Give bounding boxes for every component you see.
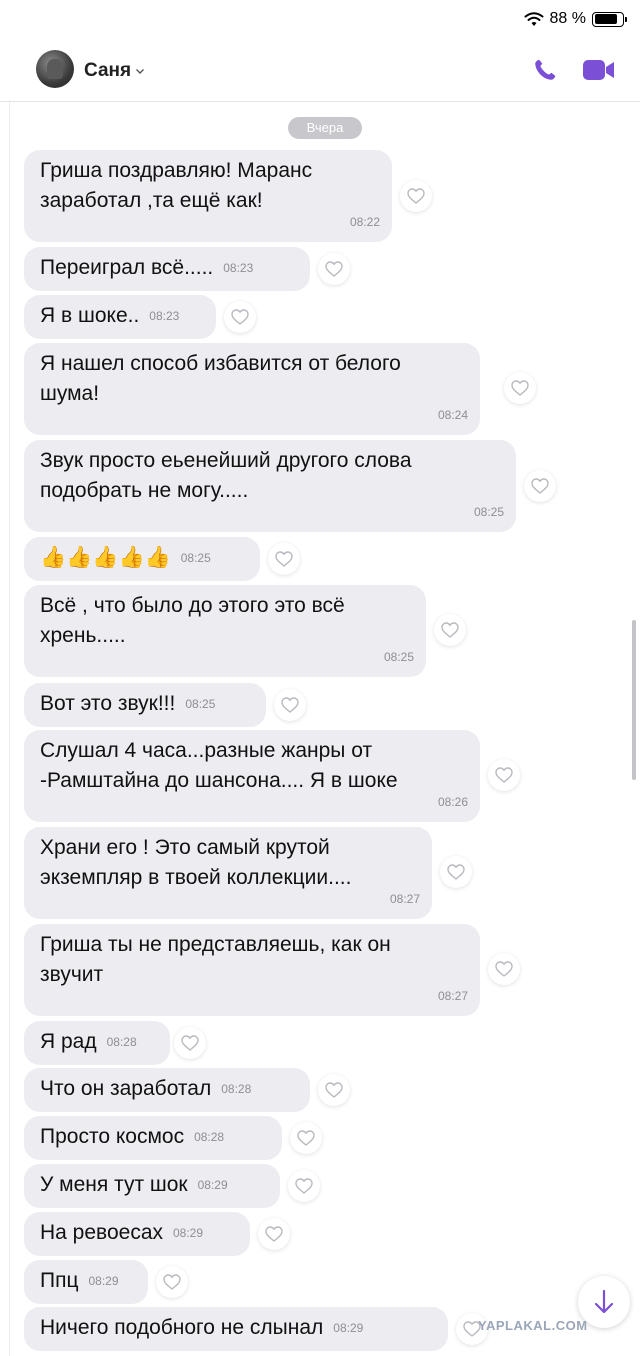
- heart-icon[interactable]: [224, 301, 256, 333]
- heart-icon[interactable]: [434, 614, 466, 646]
- heart-icon[interactable]: [400, 180, 432, 212]
- message-bubble[interactable]: Я в шоке.. 08:23: [24, 295, 216, 339]
- status-indicators: 88 %: [524, 10, 627, 28]
- heart-icon[interactable]: [288, 1170, 320, 1202]
- message-time: 08:25: [180, 551, 211, 566]
- date-separator: Вчера: [288, 117, 362, 139]
- message-bubble[interactable]: Всё , что было до этого это всё хрень...…: [24, 585, 426, 677]
- battery-percentage: 88 %: [549, 10, 586, 27]
- heart-icon[interactable]: [440, 856, 472, 888]
- message-text: На ревоесах: [40, 1221, 163, 1244]
- message-time: 08:29: [173, 1226, 204, 1241]
- message-time: 08:28: [194, 1130, 225, 1145]
- message-text: Слушал 4 часа...разные жанры от -Рамштай…: [40, 739, 398, 792]
- avatar[interactable]: [36, 50, 74, 88]
- message-text: У меня тут шок: [40, 1173, 188, 1196]
- message-time: 08:24: [437, 408, 468, 422]
- message-time: 08:29: [197, 1178, 228, 1193]
- message-time: 08:23: [149, 309, 180, 324]
- heart-icon[interactable]: [504, 372, 536, 404]
- message-bubble[interactable]: Просто космос 08:28: [24, 1116, 282, 1160]
- heart-icon[interactable]: [318, 253, 350, 285]
- message-bubble[interactable]: Слушал 4 часа...разные жанры от -Рамштай…: [24, 730, 480, 822]
- message-text: Звук просто еьенейший другого слова подо…: [40, 449, 412, 502]
- message-text: Вот это звук!!!: [40, 692, 176, 715]
- message-text: Переиграл всё.....: [40, 256, 214, 279]
- status-bar: 88 %: [0, 0, 640, 38]
- heart-icon[interactable]: [274, 689, 306, 721]
- message-text: Ничего подобного не слынал: [40, 1316, 324, 1339]
- message-time: 08:22: [349, 215, 380, 229]
- message-bubble[interactable]: 👍👍👍👍👍 08:25: [24, 537, 260, 581]
- message-text: Я в шоке..: [40, 304, 140, 327]
- message-time: 08:23: [223, 261, 254, 276]
- wifi-icon: [524, 12, 544, 26]
- message-text: 👍👍👍👍👍: [40, 546, 171, 569]
- message-time: 08:27: [437, 989, 468, 1003]
- message-time: 08:29: [333, 1321, 364, 1336]
- message-time: 08:25: [185, 697, 216, 712]
- heart-icon[interactable]: [268, 543, 300, 575]
- message-bubble[interactable]: На ревоесах 08:29: [24, 1212, 250, 1256]
- message-bubble[interactable]: Гриша ты не представляешь, как он звучит…: [24, 924, 480, 1016]
- message-bubble[interactable]: У меня тут шок 08:29: [24, 1164, 280, 1208]
- heart-icon[interactable]: [290, 1122, 322, 1154]
- chevron-down-icon: [136, 69, 145, 74]
- scrollbar[interactable]: [632, 620, 636, 780]
- chat-header: Саня: [0, 40, 640, 102]
- heart-icon[interactable]: [488, 759, 520, 791]
- message-text: Храни его ! Это самый крутой экземпляр в…: [40, 836, 352, 889]
- heart-icon[interactable]: [488, 953, 520, 985]
- message-time: 08:28: [221, 1082, 252, 1097]
- contact-name[interactable]: Саня: [84, 60, 145, 82]
- message-bubble[interactable]: Звук просто еьенейший другого слова подо…: [24, 440, 516, 532]
- heart-icon[interactable]: [318, 1074, 350, 1106]
- left-pane-edge: [0, 100, 10, 1356]
- message-text: Я рад: [40, 1030, 97, 1053]
- message-text: Всё , что было до этого это всё хрень...…: [40, 594, 345, 647]
- message-bubble[interactable]: Вот это звук!!! 08:25: [24, 683, 266, 727]
- message-bubble[interactable]: Ничего подобного не слынал 08:29: [24, 1307, 448, 1351]
- message-time: 08:25: [473, 505, 504, 519]
- message-bubble[interactable]: Что он заработал 08:28: [24, 1068, 310, 1112]
- phone-icon[interactable]: [532, 57, 558, 83]
- message-bubble[interactable]: Ппц 08:29: [24, 1260, 148, 1304]
- message-text: Что он заработал: [40, 1077, 212, 1100]
- heart-icon[interactable]: [524, 470, 556, 502]
- message-bubble[interactable]: Я нашел способ избавится от белого шума!…: [24, 343, 480, 435]
- message-text: Просто космос: [40, 1125, 185, 1148]
- message-time: 08:28: [106, 1035, 137, 1050]
- contact-name-label: Саня: [84, 60, 132, 81]
- arrow-down-icon: [594, 1289, 614, 1314]
- message-bubble[interactable]: Я рад 08:28: [24, 1021, 170, 1065]
- message-text: Гриша ты не представляешь, как он звучит: [40, 933, 391, 986]
- message-time: 08:25: [383, 650, 414, 664]
- watermark: YAPLAKAL.COM: [478, 1318, 588, 1333]
- message-bubble[interactable]: Переиграл всё..... 08:23: [24, 247, 310, 291]
- message-time: 08:26: [437, 795, 468, 809]
- heart-icon[interactable]: [174, 1027, 206, 1059]
- message-text: Ппц: [40, 1269, 79, 1292]
- message-time: 08:29: [88, 1274, 119, 1289]
- video-camera-icon[interactable]: [582, 58, 616, 82]
- heart-icon[interactable]: [258, 1218, 290, 1250]
- message-time: 08:27: [389, 892, 420, 906]
- heart-icon[interactable]: [156, 1266, 188, 1298]
- message-bubble[interactable]: Гриша поздравляю! Маранс заработал ,та е…: [24, 150, 392, 242]
- message-bubble[interactable]: Храни его ! Это самый крутой экземпляр в…: [24, 827, 432, 919]
- message-text: Гриша поздравляю! Маранс заработал ,та е…: [40, 159, 313, 212]
- battery-icon: [592, 11, 627, 27]
- message-text: Я нашел способ избавится от белого шума!: [40, 352, 401, 405]
